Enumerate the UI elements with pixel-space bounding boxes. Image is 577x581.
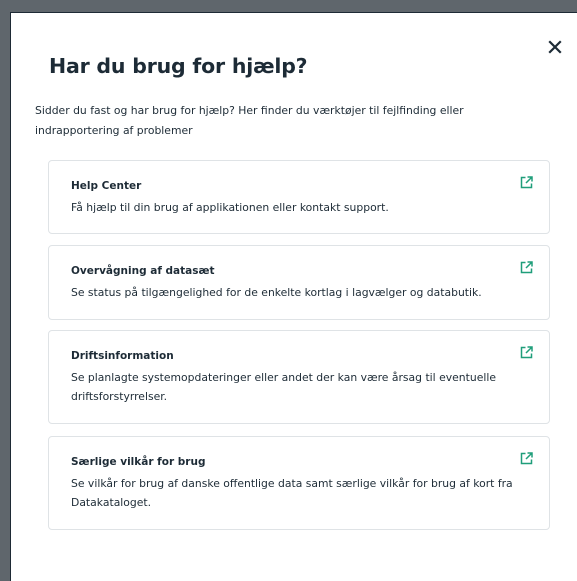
dialog-title: Har du brug for hjælp? — [49, 54, 308, 78]
card-description: Se planlagte systemopdateringer eller an… — [71, 371, 496, 403]
help-dialog: Har du brug for hjælp? Sidder du fast og… — [10, 12, 577, 581]
card-title: Særlige vilkår for brug — [71, 456, 206, 468]
help-center-card[interactable]: Help Center Få hjælp til din brug af app… — [48, 160, 550, 234]
close-button[interactable] — [547, 39, 563, 55]
operations-info-card[interactable]: Driftsinformation Se planlagte systemopd… — [48, 330, 550, 424]
dialog-intro: Sidder du fast og har brug for hjælp? He… — [35, 104, 464, 137]
card-description: Få hjælp til din brug af applikationen e… — [71, 201, 389, 214]
external-link-icon — [520, 261, 533, 274]
card-title: Overvågning af datasæt — [71, 265, 215, 277]
card-title: Driftsinformation — [71, 350, 174, 362]
external-link-icon — [520, 452, 533, 465]
card-title: Help Center — [71, 180, 142, 192]
external-link-icon — [520, 176, 533, 189]
close-icon — [548, 40, 562, 54]
special-terms-card[interactable]: Særlige vilkår for brug Se vilkår for br… — [48, 436, 550, 530]
card-description: Se vilkår for brug af danske offentlige … — [71, 477, 513, 509]
dataset-monitoring-card[interactable]: Overvågning af datasæt Se status på tilg… — [48, 245, 550, 320]
external-link-icon — [520, 346, 533, 359]
card-description: Se status på tilgængelighed for de enkel… — [71, 286, 482, 299]
